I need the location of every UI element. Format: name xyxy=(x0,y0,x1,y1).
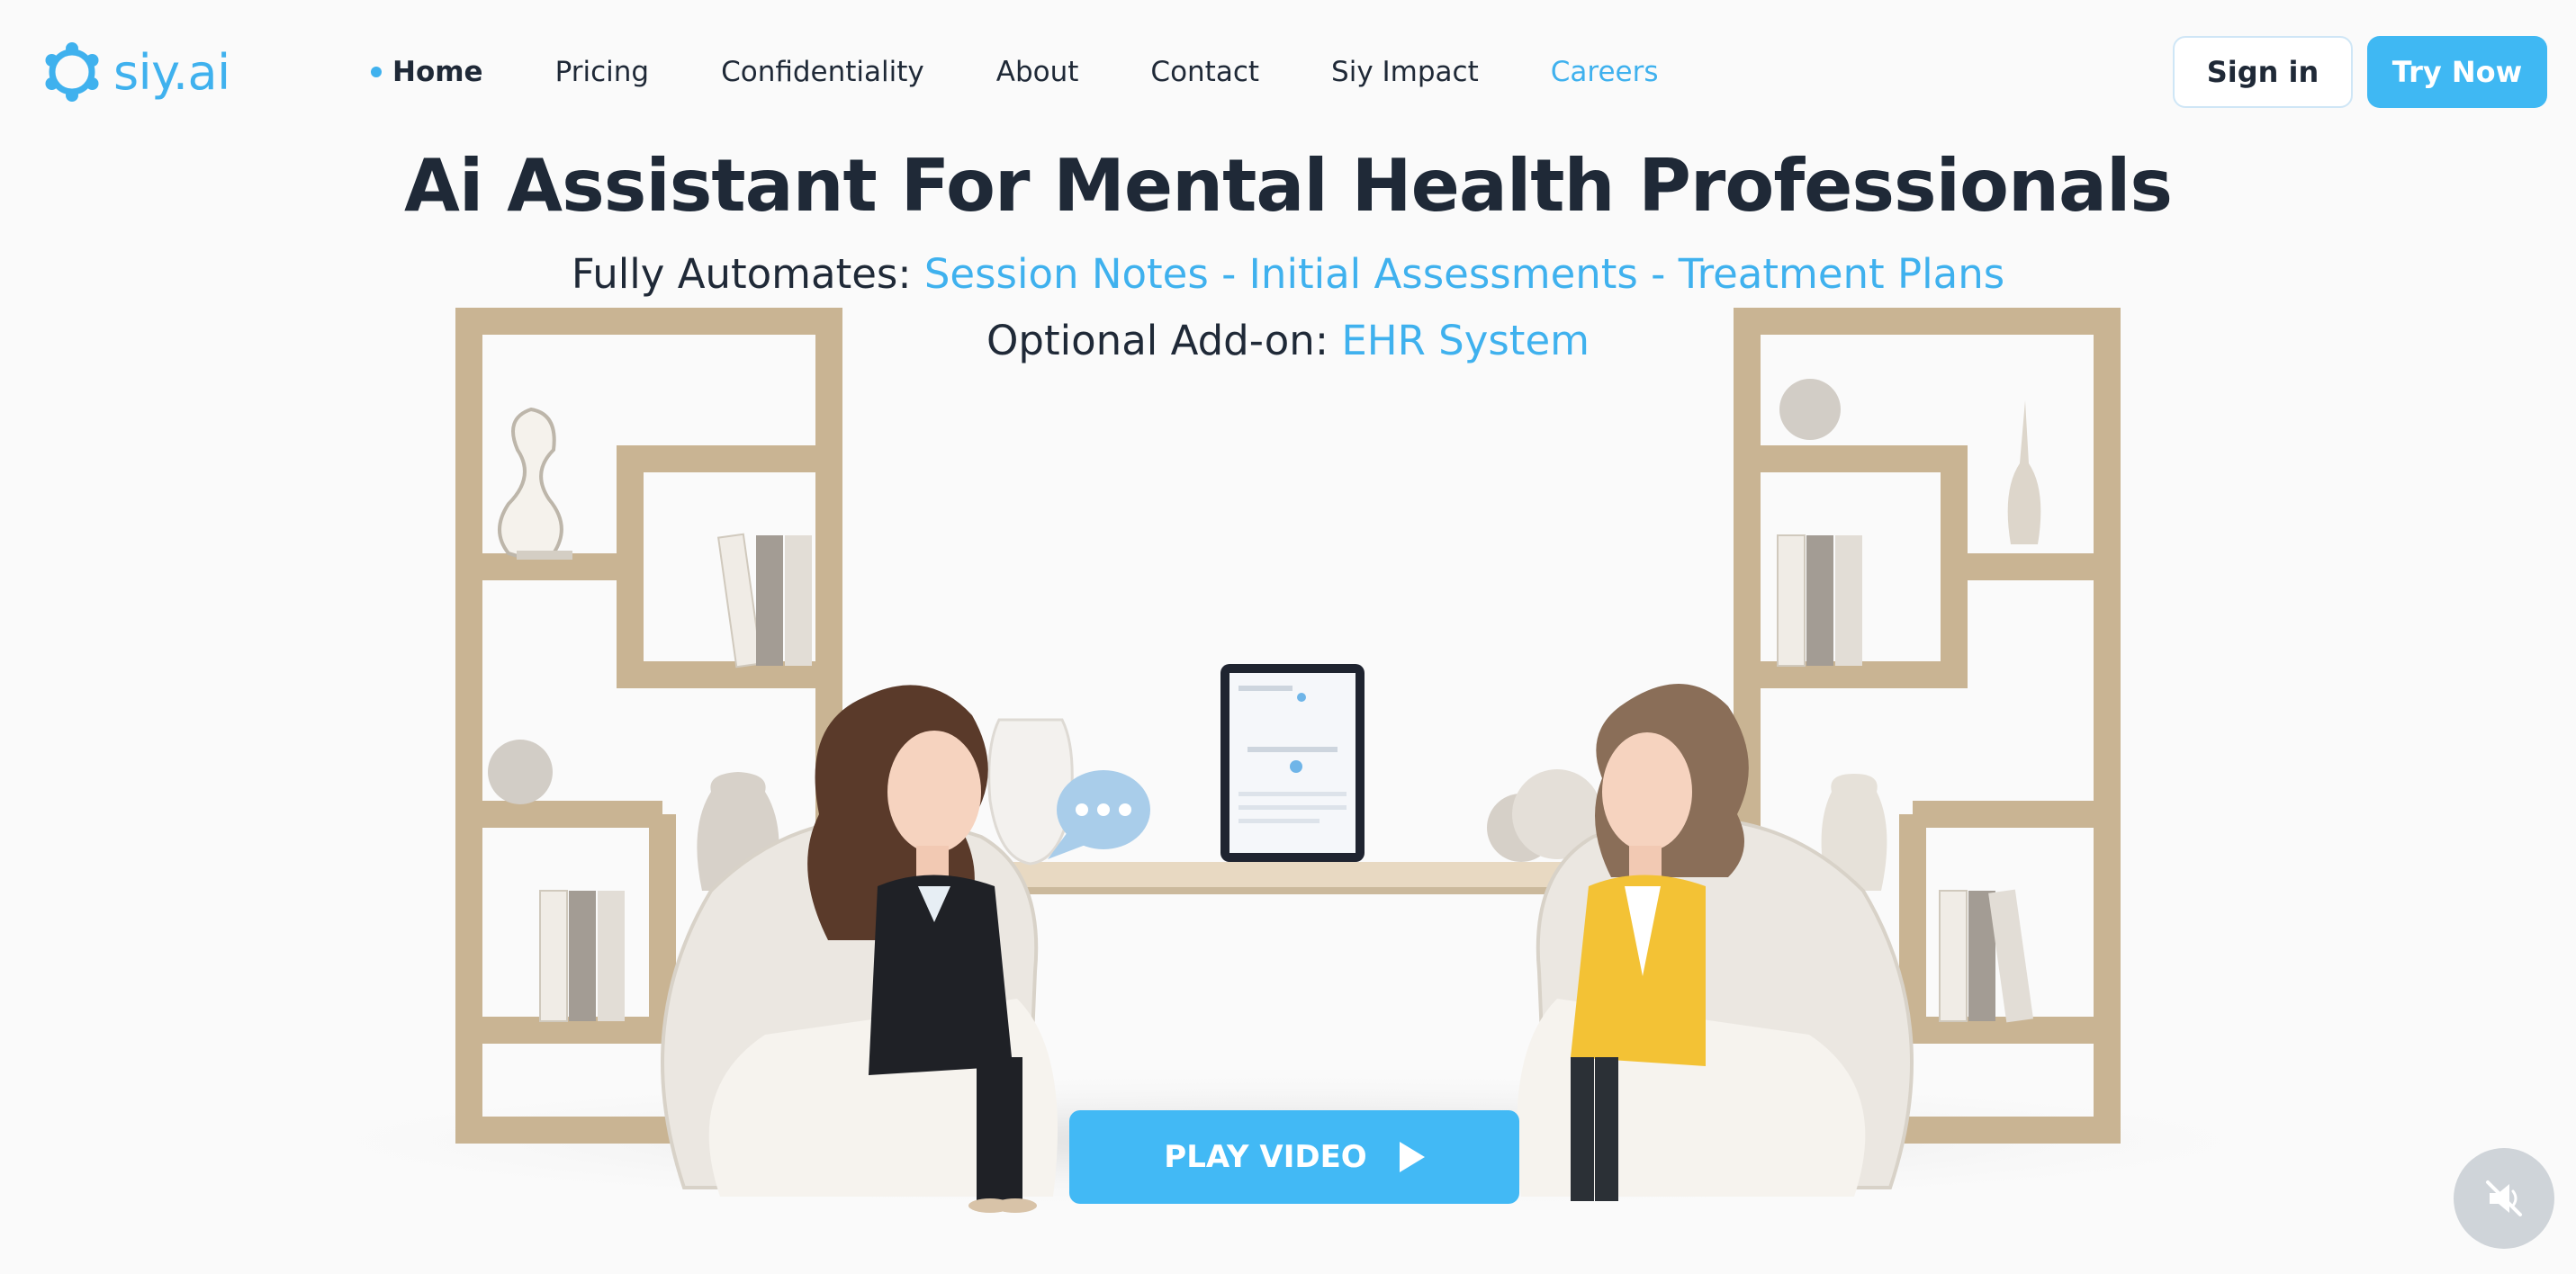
active-indicator-dot xyxy=(371,67,382,77)
mute-toggle-button[interactable] xyxy=(2454,1148,2554,1249)
siy-logo[interactable]: siy.ai xyxy=(40,40,230,104)
addon-ehr-system: EHR System xyxy=(1341,317,1590,364)
brand-name: siy.ai xyxy=(113,43,230,101)
hero-automates-line: Fully Automates: Session Notes - Initial… xyxy=(0,250,2576,298)
automates-prefix: Fully Automates: xyxy=(571,250,912,298)
center-console xyxy=(945,664,1665,894)
play-icon xyxy=(1399,1142,1425,1172)
nav-link-pricing[interactable]: Pricing xyxy=(555,56,650,88)
nav-link-about[interactable]: About xyxy=(996,56,1079,88)
nav-link-careers[interactable]: Careers xyxy=(1551,56,1659,88)
muted-speaker-icon xyxy=(2486,1180,2522,1216)
hero-addon-line: Optional Add-on: EHR System xyxy=(0,317,2576,364)
nav-link-home-label: Home xyxy=(392,56,483,88)
try-now-button[interactable]: Try Now xyxy=(2367,36,2547,108)
addon-prefix: Optional Add-on: xyxy=(986,317,1329,364)
nav-link-siy-impact[interactable]: Siy Impact xyxy=(1331,56,1479,88)
nav-link-home[interactable]: Home xyxy=(371,56,483,88)
automates-features: Session Notes - Initial Assessments - Tr… xyxy=(923,250,2005,298)
play-video-button[interactable]: PLAY VIDEO xyxy=(1069,1110,1519,1204)
siy-logo-icon xyxy=(45,42,99,102)
nav-link-contact[interactable]: Contact xyxy=(1150,56,1259,88)
hero-title: Ai Assistant For Mental Health Professio… xyxy=(403,144,2173,228)
nav-link-confidentiality[interactable]: Confidentiality xyxy=(721,56,924,88)
tablet-device xyxy=(1220,664,1365,862)
sign-in-button[interactable]: Sign in xyxy=(2173,36,2353,108)
play-video-label: PLAY VIDEO xyxy=(1164,1139,1367,1175)
main-menu: Home Pricing Confidentiality About Conta… xyxy=(371,47,1731,97)
top-navigation: siy.ai Home Pricing Confidentiality Abou… xyxy=(0,0,2576,144)
